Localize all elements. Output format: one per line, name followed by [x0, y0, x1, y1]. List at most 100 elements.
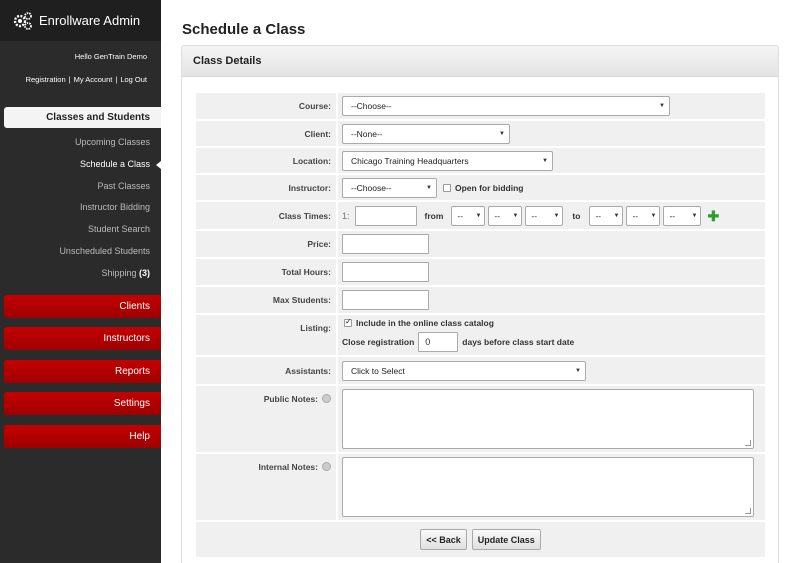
- log-out-link[interactable]: Log Out: [120, 75, 147, 84]
- subnav-instructor-bidding[interactable]: Instructor Bidding: [0, 197, 161, 219]
- client-select[interactable]: --None-- ▼: [342, 123, 510, 144]
- nav-instructors[interactable]: Instructors: [4, 327, 161, 351]
- app-title: Enrollware Admin: [39, 13, 141, 28]
- open-for-bidding-label: Open for bidding: [455, 182, 524, 193]
- to-hour-value: --: [595, 210, 602, 221]
- dropdown-arrow-icon: ▼: [542, 157, 548, 164]
- course-row: Course: --Choose-- ▼: [196, 93, 765, 119]
- total-hours-label: Total Hours:: [196, 259, 338, 285]
- assistants-select[interactable]: Click to Select ▼: [342, 360, 586, 381]
- listing-row: Listing: Include in the online class cat…: [196, 315, 765, 355]
- shipping-count-badge: (3): [139, 267, 150, 278]
- public-notes-row: Public Notes:: [196, 386, 765, 452]
- dropdown-arrow-icon: ▼: [499, 130, 505, 137]
- add-time-icon[interactable]: ✚: [707, 209, 719, 223]
- brand-header: Enrollware Admin: [0, 0, 161, 41]
- class-date-input[interactable]: [354, 205, 417, 226]
- dropdown-arrow-icon: ▼: [553, 212, 560, 219]
- to-minute-value: --: [632, 210, 639, 221]
- subnav-past-classes[interactable]: Past Classes: [0, 176, 161, 198]
- instructor-row: Instructor: --Choose-- ▼ Open for bidding: [196, 175, 765, 200]
- assistants-label: Assistants:: [196, 357, 338, 384]
- panel-title: Class Details: [182, 46, 778, 77]
- dropdown-arrow-icon: ▼: [575, 367, 581, 374]
- to-label: to: [572, 210, 581, 221]
- from-minute-value: --: [494, 210, 501, 221]
- dropdown-arrow-icon: ▼: [659, 103, 665, 109]
- class-times-row: Class Times: 1: from -- ▼ -- ▼ -- ▼ to -- ▼ …: [196, 202, 765, 229]
- course-label: Course:: [196, 93, 338, 119]
- client-row: Client: --None-- ▼: [196, 121, 765, 146]
- shipping-label: Shipping: [101, 267, 137, 278]
- from-ampm-value: --: [531, 210, 538, 221]
- include-catalog-checkbox[interactable]: [344, 317, 352, 327]
- assistants-row: Assistants: Click to Select ▼: [196, 357, 765, 384]
- internal-notes-row: Internal Notes:: [196, 454, 765, 520]
- client-select-value: --None--: [351, 128, 383, 139]
- class-times-index: 1:: [342, 210, 350, 221]
- dropdown-arrow-icon: ▼: [512, 212, 519, 219]
- close-registration-days-input[interactable]: 0: [418, 332, 459, 352]
- subnav-upcoming-classes[interactable]: Upcoming Classes: [0, 132, 161, 154]
- back-button[interactable]: << Back: [420, 529, 467, 550]
- location-select-value: Chicago Training Headquarters: [351, 155, 469, 166]
- assistants-select-value: Click to Select: [351, 365, 405, 376]
- schedule-form: Course: --Choose-- ▼ Client: --None-- ▼ Lo…: [196, 93, 765, 557]
- dropdown-arrow-icon: ▼: [650, 212, 657, 219]
- my-account-link[interactable]: My Account: [74, 75, 113, 84]
- dropdown-arrow-icon: ▼: [613, 212, 620, 219]
- from-ampm-select[interactable]: -- ▼: [525, 205, 564, 226]
- to-hour-select[interactable]: -- ▼: [589, 205, 624, 226]
- subnav-shipping[interactable]: Shipping (3): [0, 263, 161, 285]
- update-class-button[interactable]: Update Class: [471, 529, 541, 550]
- info-icon[interactable]: [322, 462, 331, 471]
- user-greeting: Hello GenTrain Demo: [74, 52, 147, 61]
- instructor-select[interactable]: --Choose-- ▼: [342, 177, 437, 198]
- nav-classes-and-students[interactable]: Classes and Students: [4, 107, 161, 128]
- course-select-value: --Choose--: [351, 101, 392, 111]
- public-notes-label-cell: Public Notes:: [196, 386, 338, 452]
- main-content: Schedule a Class Class Details Course: -…: [161, 0, 800, 563]
- class-times-label: Class Times:: [196, 202, 338, 229]
- price-input[interactable]: [342, 234, 429, 254]
- max-students-row: Max Students:: [196, 287, 765, 313]
- internal-notes-textarea[interactable]: [342, 457, 754, 517]
- gears-icon: [13, 11, 32, 30]
- dropdown-arrow-icon: ▼: [475, 212, 482, 219]
- from-hour-value: --: [457, 210, 464, 221]
- public-notes-textarea[interactable]: [342, 389, 754, 449]
- dropdown-arrow-icon: ▼: [426, 184, 432, 191]
- include-catalog-label: Include in the online class catalog: [356, 318, 494, 328]
- subnav: Upcoming Classes Schedule a Class Past C…: [0, 132, 161, 285]
- total-hours-input[interactable]: [342, 262, 429, 282]
- to-minute-select[interactable]: -- ▼: [626, 205, 661, 226]
- total-hours-row: Total Hours:: [196, 259, 765, 285]
- listing-label: Listing:: [196, 315, 338, 355]
- registration-link[interactable]: Registration: [26, 75, 66, 84]
- instructor-select-value: --Choose--: [351, 182, 392, 193]
- price-label: Price:: [196, 231, 338, 257]
- close-registration-label: Close registration: [342, 337, 415, 347]
- open-for-bidding-checkbox[interactable]: [443, 183, 451, 192]
- form-buttons: << Back Update Class: [196, 522, 765, 557]
- subnav-unscheduled-students[interactable]: Unscheduled Students: [0, 241, 161, 263]
- to-ampm-select[interactable]: -- ▼: [663, 205, 702, 226]
- max-students-input[interactable]: [342, 290, 429, 310]
- nav-settings[interactable]: Settings: [4, 392, 161, 416]
- close-registration-suffix: days before class start date: [462, 337, 575, 347]
- price-row: Price:: [196, 231, 765, 257]
- location-row: Location: Chicago Training Headquarters ▼: [196, 148, 765, 173]
- public-notes-label: Public Notes:: [263, 394, 318, 404]
- nav-clients[interactable]: Clients: [4, 294, 161, 318]
- nav-help[interactable]: Help: [4, 424, 161, 448]
- subnav-schedule-a-class[interactable]: Schedule a Class: [0, 154, 161, 176]
- from-label: from: [424, 210, 444, 221]
- subnav-student-search[interactable]: Student Search: [0, 219, 161, 241]
- location-select[interactable]: Chicago Training Headquarters ▼: [342, 150, 553, 171]
- nav-reports[interactable]: Reports: [4, 359, 161, 383]
- course-select[interactable]: --Choose-- ▼: [342, 96, 670, 116]
- info-icon[interactable]: [322, 394, 331, 403]
- from-minute-select[interactable]: -- ▼: [488, 205, 523, 226]
- instructor-label: Instructor:: [196, 175, 338, 200]
- from-hour-select[interactable]: -- ▼: [451, 205, 486, 226]
